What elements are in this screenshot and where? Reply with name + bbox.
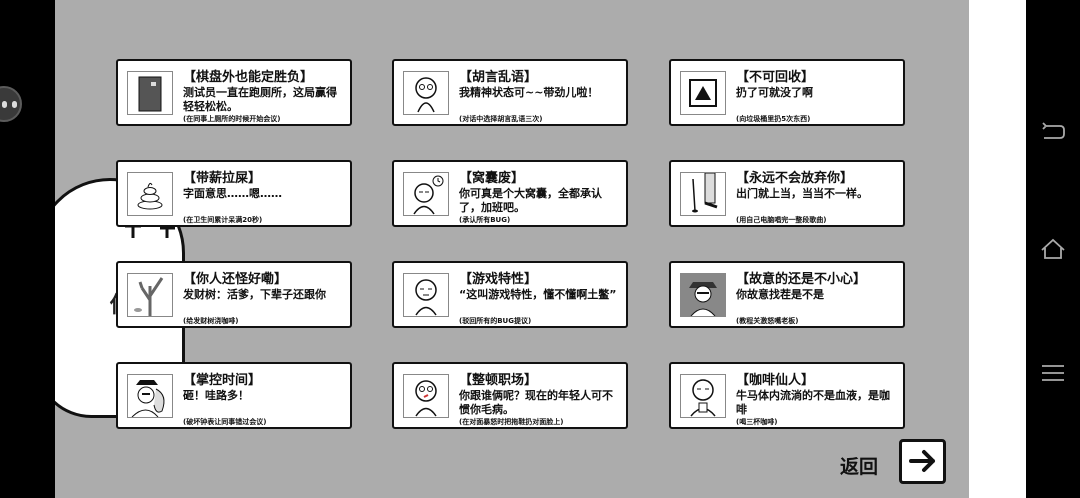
achievement-title: 【带薪拉屎】 — [183, 171, 262, 186]
achievement-desc: 你跟谁俩呢？现在的年轻人可不惯你毛病。 — [459, 389, 613, 416]
achievement-card[interactable]: 【带薪拉屎】 字面意思……嗯…… (在卫生间累计呆满20秒) — [116, 160, 352, 227]
right-margin — [969, 0, 1026, 498]
poop-icon — [127, 172, 173, 216]
achievement-title: 【棋盘外也能定胜负】 — [183, 70, 314, 85]
back-button[interactable] — [899, 439, 946, 484]
achievement-screen: 你 【棋盘外也能定胜负】 测试员一直在跑厕所，这局赢得轻轻松松。 (在同事上厕所… — [55, 0, 969, 498]
time-stop-icon — [127, 374, 173, 418]
achievement-condition: (在卫生间累计呆满20秒) — [183, 216, 263, 224]
achievement-title: 【窝囊废】 — [459, 171, 525, 186]
back-label[interactable]: 返回 — [840, 452, 878, 479]
achievement-desc: 字面意思……嗯…… — [183, 187, 282, 200]
achievement-condition: (喝三杯咖啡) — [736, 418, 778, 426]
system-nav-bar — [1026, 0, 1080, 498]
achievement-condition: (给发财树浇咖啡) — [183, 317, 239, 325]
back-nav-icon[interactable] — [1038, 116, 1068, 146]
achievement-title: 【不可回收】 — [736, 70, 815, 85]
achievement-desc: 发财树：活爹，下辈子还跟你 — [183, 288, 326, 301]
dizzy-face-icon — [403, 71, 449, 115]
smug-face-icon — [403, 273, 449, 317]
achievement-condition: (向垃圾桶里扔5次东西) — [736, 115, 811, 123]
achievement-card[interactable]: 【棋盘外也能定胜负】 测试员一直在跑厕所，这局赢得轻轻松松。 (在同事上厕所的时… — [116, 59, 352, 126]
coffee-man-icon — [680, 374, 726, 418]
dead-tree-icon — [127, 273, 173, 317]
achievement-title: 【游戏特性】 — [459, 272, 538, 287]
arrow-right-icon — [909, 450, 935, 472]
achievement-title: 【咖啡仙人】 — [736, 373, 815, 388]
achievement-desc: 出门就上当，当当不一样。 — [736, 187, 868, 200]
achievement-condition: (教程关激怒嘴老板) — [736, 317, 799, 325]
achievement-desc: 扔了可就没了啊 — [736, 86, 813, 99]
achievement-card[interactable]: 【整顿职场】 你跟谁俩呢？现在的年轻人可不惯你毛病。 (在对面暴怒时把拖鞋扔对面… — [392, 362, 628, 429]
achievement-card[interactable]: 【永远不会放弃你】 出门就上当，当当不一样。 (用自己电脑唱完一整段歌曲) — [669, 160, 905, 227]
hat-boss-icon — [680, 273, 726, 317]
achievement-title: 【你人还怪好嘞】 — [183, 272, 288, 287]
achievement-condition: (承认所有BUG) — [459, 216, 511, 224]
achievement-desc: 我精神状态可~~带劲儿啦！ — [459, 86, 599, 99]
dancing-legs-icon — [680, 172, 726, 216]
achievement-condition: (对话中选择胡言乱语三次) — [459, 115, 543, 123]
achievement-desc: “这叫游戏特性，懂不懂啊土鳖” — [459, 288, 617, 301]
sad-worker-icon — [403, 172, 449, 216]
door-icon — [127, 71, 173, 115]
achievement-title: 【胡言乱语】 — [459, 70, 538, 85]
menu-nav-icon[interactable] — [1038, 358, 1068, 388]
achievement-desc: 砸！哇路多！ — [183, 389, 249, 402]
achievement-condition: (在同事上厕所的时候开始会议) — [183, 115, 281, 123]
achievement-card[interactable]: 【掌控时间】 砸！哇路多！ (破坏钟表让同事错过会议) — [116, 362, 352, 429]
achievement-card[interactable]: 【不可回收】 扔了可就没了啊 (向垃圾桶里扔5次东西) — [669, 59, 905, 126]
achievement-card[interactable]: 【故意的还是不小心】 你故意找茬是不是 (教程关激怒嘴老板) — [669, 261, 905, 328]
left-system-bar — [0, 0, 55, 498]
achievement-condition: (用自己电脑唱完一整段歌曲) — [736, 216, 827, 224]
achievement-title: 【故意的还是不小心】 — [736, 272, 867, 287]
achievement-card[interactable]: 【胡言乱语】 我精神状态可~~带劲儿啦！ (对话中选择胡言乱语三次) — [392, 59, 628, 126]
floating-assistant-button[interactable] — [0, 86, 22, 122]
achievement-condition: (驳回所有的BUG提议) — [459, 317, 532, 325]
achievement-title: 【掌控时间】 — [183, 373, 262, 388]
home-nav-icon[interactable] — [1038, 234, 1068, 264]
achievement-card[interactable]: 【你人还怪好嘞】 发财树：活爹，下辈子还跟你 (给发财树浇咖啡) — [116, 261, 352, 328]
achievement-condition: (在对面暴怒时把拖鞋扔对面脸上) — [459, 418, 564, 426]
achievement-card[interactable]: 【咖啡仙人】 牛马体内流淌的不是血液，是咖啡 (喝三杯咖啡) — [669, 362, 905, 429]
achievement-card[interactable]: 【窝囊废】 你可真是个大窝囊，全都承认了，加班吧。 (承认所有BUG) — [392, 160, 628, 227]
achievement-desc: 你可真是个大窝囊，全都承认了，加班吧。 — [459, 187, 602, 214]
achievement-card[interactable]: 【游戏特性】 “这叫游戏特性，懂不懂啊土鳖” (驳回所有的BUG提议) — [392, 261, 628, 328]
achievement-desc: 牛马体内流淌的不是血液，是咖啡 — [736, 389, 890, 416]
recycle-icon — [680, 71, 726, 115]
achievement-title: 【整顿职场】 — [459, 373, 538, 388]
achievement-desc: 你故意找茬是不是 — [736, 288, 824, 301]
achievement-title: 【永远不会放弃你】 — [736, 171, 854, 186]
achievement-condition: (破坏钟表让同事错过会议) — [183, 418, 267, 426]
angry-face-icon — [403, 374, 449, 418]
achievement-desc: 测试员一直在跑厕所，这局赢得轻轻松松。 — [183, 86, 337, 113]
